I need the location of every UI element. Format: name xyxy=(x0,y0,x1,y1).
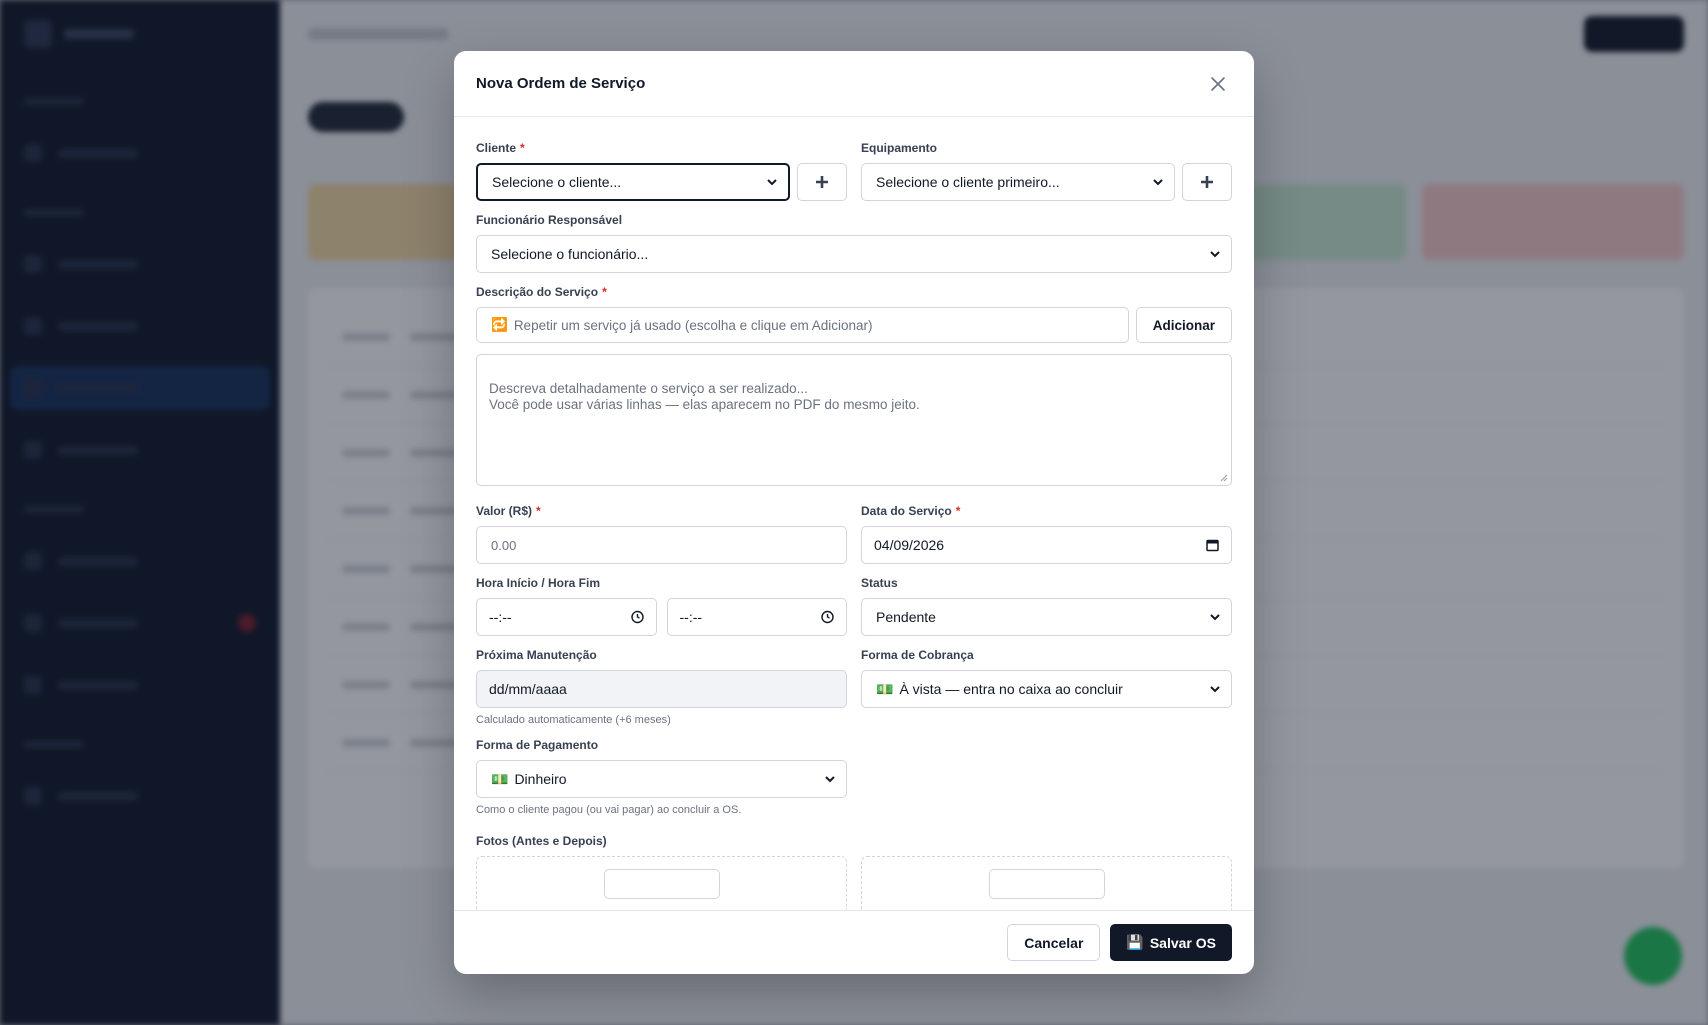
repeat-icon: 🔁 xyxy=(491,317,508,332)
status-label: Status xyxy=(861,576,898,590)
proxima-manutencao-label: Próxima Manutenção xyxy=(476,648,597,662)
plus-icon xyxy=(1201,176,1213,188)
modal-footer: Cancelar 💾 Salvar OS xyxy=(454,910,1254,974)
forma-cobranca-select[interactable]: 💵 À vista — entra no caixa ao concluir xyxy=(861,670,1232,708)
hora-inicio-input[interactable]: --:-- xyxy=(476,598,657,636)
equipamento-select[interactable]: Selecione o cliente primeiro... xyxy=(861,163,1175,201)
adicionar-button[interactable]: Adicionar xyxy=(1135,307,1232,343)
chevron-down-icon xyxy=(1153,179,1163,186)
modal-header: Nova Ordem de Serviço xyxy=(454,51,1254,117)
repeat-service-select[interactable]: 🔁 Repetir um serviço já usado (escolha e… xyxy=(476,307,1129,343)
chevron-down-icon xyxy=(767,179,777,186)
plus-icon xyxy=(816,176,828,188)
clock-icon xyxy=(630,610,644,624)
descricao-label: Descrição do Serviço * xyxy=(476,285,607,299)
close-button[interactable] xyxy=(1204,70,1232,98)
data-label: Data do Serviço * xyxy=(861,504,961,518)
save-button[interactable]: 💾 Salvar OS xyxy=(1110,924,1232,961)
close-icon xyxy=(1211,76,1225,91)
modal-title: Nova Ordem de Serviço xyxy=(476,75,646,92)
cliente-select[interactable]: Selecione o cliente... xyxy=(476,163,790,201)
add-equipamento-button[interactable] xyxy=(1182,163,1232,201)
save-button-label: Salvar OS xyxy=(1149,934,1216,951)
cancel-button[interactable]: Cancelar xyxy=(1007,924,1101,961)
new-service-order-modal: Nova Ordem de Serviço Cliente * Selecione… xyxy=(454,51,1254,974)
proxima-manutencao-input: dd/mm/aaaa xyxy=(476,670,847,708)
descricao-textarea[interactable]: Descreva detalhadamente o serviço a ser … xyxy=(476,354,1232,486)
chevron-down-icon xyxy=(1210,686,1220,693)
funcionario-label: Funcionário Responsável xyxy=(476,213,623,227)
chevron-down-icon xyxy=(1210,614,1220,621)
fotos-label: Fotos (Antes e Depois) xyxy=(476,834,607,848)
chevron-down-icon xyxy=(825,776,835,783)
equipamento-label: Equipamento xyxy=(861,141,938,155)
clock-icon xyxy=(821,610,834,624)
chevron-down-icon xyxy=(1210,251,1220,258)
proxima-manutencao-hint: Calculado automaticamente (+6 meses) xyxy=(476,714,671,726)
hora-fim-input[interactable]: --:-- xyxy=(666,598,847,636)
foto-antes-dropzone[interactable] xyxy=(476,856,847,910)
add-cliente-button[interactable] xyxy=(797,163,847,201)
hora-label: Hora Início / Hora Fim xyxy=(476,576,601,590)
forma-pagamento-label: Forma de Pagamento xyxy=(476,738,599,752)
funcionario-select[interactable]: Selecione o funcionário... xyxy=(476,235,1232,273)
modal-body[interactable]: Cliente * Selecione o cliente... Equipame… xyxy=(454,117,1254,910)
foto-depois-dropzone[interactable] xyxy=(861,856,1232,910)
money-icon: 💵 xyxy=(876,680,894,697)
data-servico-input[interactable]: 04/09/2026 xyxy=(861,526,1232,564)
save-icon: 💾 xyxy=(1126,934,1144,950)
foto-depois-button[interactable] xyxy=(988,869,1105,899)
forma-pagamento-select[interactable]: 💵 Dinheiro xyxy=(476,760,847,798)
forma-cobranca-label: Forma de Cobrança xyxy=(861,648,974,662)
valor-input[interactable]: 0.00 xyxy=(476,526,847,564)
cliente-label: Cliente * xyxy=(476,141,525,155)
calendar-icon[interactable] xyxy=(1206,539,1219,552)
forma-pagamento-hint: Como o cliente pagou (ou vai pagar) ao c… xyxy=(476,804,742,816)
status-select[interactable]: Pendente xyxy=(861,598,1232,636)
foto-antes-button[interactable] xyxy=(603,869,720,899)
money-icon: 💵 xyxy=(491,770,509,787)
valor-label: Valor (R$) * xyxy=(476,504,541,518)
resize-handle-icon[interactable] xyxy=(1218,472,1228,482)
